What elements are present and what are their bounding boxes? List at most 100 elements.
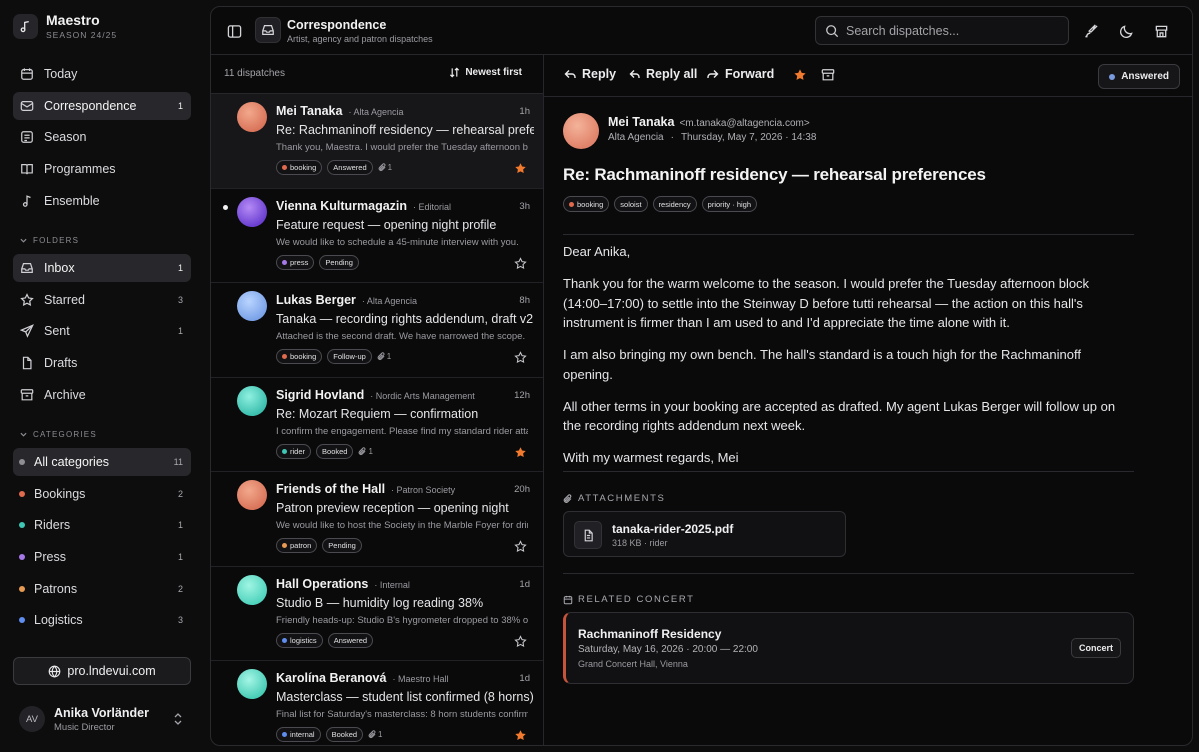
star-icon[interactable] [514,351,527,364]
nav-label: Season [44,130,87,145]
star-icon[interactable] [514,162,527,175]
nav-label: Correspondence [44,98,137,113]
nav-item-programmes[interactable]: Programmes [13,155,191,183]
paperclip-icon [378,163,386,171]
paperclip-icon [563,493,572,503]
star-toggle-button[interactable] [793,68,807,82]
concert-badge: Concert [1070,638,1121,658]
list-icon [21,131,33,144]
folder-count: 1 [177,326,183,337]
brand-name: Maestro [46,12,100,28]
tag-badge: Follow-up [327,349,372,364]
concert-title: Rachmaninoff Residency [578,627,722,641]
search-box[interactable] [815,16,1069,45]
category-item-riders[interactable]: Riders 1 [13,511,191,539]
tag-dot [282,259,287,265]
sort-icon [450,67,460,78]
star-icon[interactable] [514,540,527,553]
attachments-heading: ATTACHMENTS [563,493,665,504]
book-icon [21,164,33,175]
folder-drafts[interactable]: Drafts [13,349,191,377]
folder-sent[interactable]: Sent 1 [13,317,191,345]
category-item-press[interactable]: Press 1 [13,543,191,571]
nav-count: 1 [177,100,183,111]
mail-icon [20,100,34,111]
attachment-count: 1 [377,352,391,361]
list-item[interactable]: Hall Operations · Internal 1d Studio B — hu… [211,567,543,661]
category-item-logistics[interactable]: Logistics 3 [13,606,191,634]
music-note-icon [22,195,31,207]
tag-dot [282,448,287,454]
nav-item-season[interactable]: Season [13,123,191,151]
inbox-icon [21,263,33,273]
nav-item-today[interactable]: Today [13,60,191,88]
forward-button[interactable]: Forward [707,67,774,81]
chevron-down-icon [20,238,27,243]
reply-button[interactable]: Reply [564,67,616,81]
list-item[interactable]: Sigrid Hovland · Nordic Arts Management 12… [211,378,543,472]
category-label: Patrons [34,581,78,596]
theme-toggle-button[interactable] [1112,17,1140,45]
message-subject: Re: Rachmaninoff residency — rehearsal p… [276,123,534,137]
nav-item-correspondence[interactable]: Correspondence 1 [13,91,191,120]
star-icon[interactable] [514,446,527,459]
folder-inbox[interactable]: Inbox 1 [13,254,191,282]
category-item-patrons[interactable]: Patrons 2 [13,575,191,603]
primary-nav: Today Correspondence 1 Season Programmes… [13,60,191,218]
list-item[interactable]: Karolína Beranová · Maestro Hall 1d Masterc… [211,661,543,745]
sender-name: Mei Tanaka [608,115,675,129]
message-time: 1d [519,578,530,590]
user-menu[interactable]: AV Anika Vorländer Music Director [19,704,189,734]
list-item[interactable]: Mei Tanaka · Alta Agencia 1h Re: Rachmanino… [211,94,543,189]
category-item-all-categories[interactable]: All categories 11 [13,448,191,476]
status-badge[interactable]: Answered [1098,64,1180,89]
tag-badge: residency [652,196,697,212]
dispatch-count: 11 dispatches [224,68,285,79]
app-root: Maestro SEASON 24/25 Today Correspondenc… [0,0,1199,752]
brand[interactable]: Maestro SEASON 24/25 [13,12,117,40]
forward-label: Forward [725,67,775,81]
sidebar-toggle-button[interactable] [220,17,248,45]
archive-button[interactable] [821,68,835,82]
message-preview: Final list for Saturday's masterclass: 8… [276,709,528,720]
list-item[interactable]: Lukas Berger · Alta Agencia 8h Tanaka — rec… [211,283,543,378]
list-header: 11 dispatches Newest first [211,55,543,94]
folder-archive[interactable]: Archive [13,381,191,409]
sender-name: Mei Tanaka [276,104,343,118]
sort-button[interactable]: Newest first [449,67,522,78]
user-name: Anika Vorländer [54,705,149,720]
main-panel: Correspondence Artist, agency and patron… [210,6,1193,746]
message-preview: We would like to schedule a 45-minute in… [276,236,519,248]
star-icon[interactable] [514,729,527,742]
categories-heading[interactable]: CATEGORIES [20,430,97,439]
concert-card[interactable]: Rachmaninoff Residency Saturday, May 16,… [563,612,1134,684]
list-item[interactable]: Friends of the Hall · Patron Society 20h Pa… [211,472,543,567]
sender-name: Friends of the Hall [276,482,386,496]
category-dot [19,617,25,624]
store-button[interactable] [1147,17,1175,45]
message-preview: Attached is the second draft. We have na… [276,331,526,342]
forward-icon [707,70,719,78]
attachment-card[interactable]: tanaka-rider-2025.pdf 318 KB · rider [563,511,846,557]
folder-count: 3 [177,294,183,305]
folder-count: 1 [177,263,183,273]
page-subtitle: Artist, agency and patron dispatches [287,34,433,44]
reply-all-button[interactable]: Reply all [628,67,697,81]
folders-heading[interactable]: FOLDERS [20,236,79,245]
domain-button[interactable]: pro.lndevui.com [13,657,191,685]
nav-item-ensemble[interactable]: Ensemble [13,187,191,215]
folder-starred[interactable]: Starred 3 [13,286,191,314]
category-item-bookings[interactable]: Bookings 2 [13,480,191,508]
attachment-meta: 318 KB · rider [612,538,668,548]
attachments-label: ATTACHMENTS [578,493,666,504]
calendar-icon [563,595,573,604]
sort-label: Newest first [465,67,522,78]
star-icon[interactable] [514,256,527,270]
brush-button[interactable] [1077,17,1105,45]
star-icon[interactable] [514,634,527,648]
tag-dot [282,732,287,737]
list-item[interactable]: Vienna Kulturmagazin · Editorial 3h Feature… [211,189,543,283]
tag-label: Pending [325,257,353,267]
search-input[interactable] [846,23,1056,38]
top-bar: Correspondence Artist, agency and patron… [211,7,1192,55]
